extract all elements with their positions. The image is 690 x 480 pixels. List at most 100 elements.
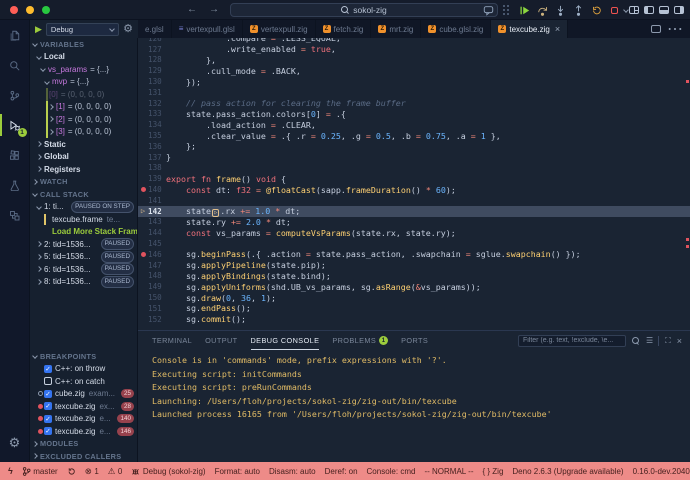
variable-row[interactable]: mvp= {...} xyxy=(30,76,137,89)
step-into-button[interactable] xyxy=(552,2,568,18)
stack-frame-row[interactable]: texcube.framete... xyxy=(30,213,137,226)
code-line-144[interactable]: 144 const vs_params = computeVsParams(st… xyxy=(138,227,690,238)
code-editor[interactable]: 126 .compare = .LESS_EQUAL,127 .write_en… xyxy=(138,38,690,330)
code-line-146[interactable]: 146 sg.beginPass(.{ .action = state.pass… xyxy=(138,249,690,260)
panel-tab-debug-console[interactable]: DEBUG CONSOLE xyxy=(251,331,320,350)
panel-tab-ports[interactable]: PORTS xyxy=(401,331,428,350)
more-actions-icon[interactable]: ⋯ xyxy=(667,20,683,38)
console-filter-input[interactable] xyxy=(518,335,626,347)
code-line-139[interactable]: 139export fn frame() void { xyxy=(138,173,690,184)
status-deref-on[interactable]: Deref: on xyxy=(325,467,358,476)
close-panel-icon[interactable]: × xyxy=(677,336,682,346)
toggle-primary-sidebar-icon[interactable] xyxy=(644,6,654,14)
activity-search[interactable] xyxy=(0,50,30,80)
breakpoint-checkbox[interactable]: ✓ xyxy=(44,415,52,423)
scope-registers[interactable]: Registers xyxy=(30,163,137,176)
status-deno-2-6-3-upgrade-available[interactable]: Deno 2.6.3 (Upgrade available) xyxy=(512,467,623,476)
section-call-stack[interactable]: CALL STACK xyxy=(30,188,137,201)
status-sync[interactable] xyxy=(67,467,76,476)
variable-row[interactable]: [1]= (0, 0, 0, 0) xyxy=(30,101,137,114)
breakpoint-checkbox[interactable] xyxy=(44,377,52,385)
code-line-127[interactable]: 127 .write_enabled = true, xyxy=(138,44,690,55)
status-console-cmd[interactable]: Console: cmd xyxy=(367,467,416,476)
filter-settings-icon[interactable]: ☰ xyxy=(646,336,652,345)
tab-fetch.zig[interactable]: Zfetch.zig xyxy=(316,20,372,38)
code-line-148[interactable]: 148 sg.applyBindings(state.bind); xyxy=(138,271,690,282)
overview-ruler[interactable] xyxy=(685,38,690,330)
breakpoint-checkbox[interactable]: ✓ xyxy=(44,390,52,398)
nav-forward-icon[interactable]: → xyxy=(209,3,219,17)
panel-tab-terminal[interactable]: TERMINAL xyxy=(152,331,192,350)
section-excluded-callers[interactable]: EXCLUDED CALLERS xyxy=(30,450,137,462)
breakpoint-row[interactable]: ✓C++: on throw xyxy=(30,363,137,376)
tab-texcube.zig[interactable]: Ztexcube.zig× xyxy=(491,20,568,38)
activity-run-and-debug[interactable]: 1 xyxy=(0,110,30,140)
variable-row[interactable]: vs_params= {...} xyxy=(30,63,137,76)
tab-vertexpull.zig[interactable]: Zvertexpull.zig xyxy=(243,20,316,38)
section-watch[interactable]: WATCH xyxy=(30,176,137,189)
load-more-stack-frames-link[interactable]: Load More Stack Frame xyxy=(30,226,137,239)
launch-config-select[interactable]: Debug xyxy=(46,23,119,36)
breakpoint-row[interactable]: ✓texcube.zige...146 xyxy=(30,425,137,438)
code-line-137[interactable]: 137} xyxy=(138,152,690,163)
activity-extensions[interactable] xyxy=(0,140,30,170)
code-line-140[interactable]: 140 const dt: f32 = @floatCast(sapp.fram… xyxy=(138,184,690,195)
code-line-149[interactable]: 149 sg.applyUniforms(shd.UB_vs_params, s… xyxy=(138,281,690,292)
code-line-152[interactable]: 152 sg.commit(); xyxy=(138,314,690,325)
minimize-window-button[interactable] xyxy=(26,6,34,14)
code-line-143[interactable]: 143 state.ry += 2.0 * dt; xyxy=(138,217,690,228)
panel-tab-problems[interactable]: PROBLEMS1 xyxy=(332,331,388,350)
activity-settings[interactable]: ⚙ xyxy=(0,428,30,458)
status-normal[interactable]: -- NORMAL -- xyxy=(424,467,473,476)
maximize-panel-icon[interactable]: ⛶ xyxy=(665,336,671,346)
debug-settings-gear-icon[interactable]: ⚙ xyxy=(123,22,133,36)
status-0-16-0-dev-2040[interactable]: 0.16.0-dev.2040 xyxy=(633,467,690,476)
thread-row[interactable]: 1: ti...PAUSED ON STEP xyxy=(30,201,137,214)
zoom-window-button[interactable] xyxy=(42,6,50,14)
code-line-150[interactable]: 150 sg.draw(0, 36, 1); xyxy=(138,292,690,303)
continue-button[interactable] xyxy=(516,2,532,18)
variable-row[interactable]: [3]= (0, 0, 0, 0) xyxy=(30,126,137,139)
activity-references[interactable] xyxy=(0,200,30,230)
thread-row[interactable]: 6: tid=1536...PAUSED xyxy=(30,263,137,276)
status-remote[interactable]: ϟ xyxy=(8,466,13,476)
breakpoint-glyph-icon[interactable] xyxy=(138,187,148,192)
activity-source-control[interactable] xyxy=(0,80,30,110)
status-zig[interactable]: { } Zig xyxy=(482,467,503,476)
status-master[interactable]: master xyxy=(22,466,58,477)
current-step-arrow-icon[interactable]: ▷ xyxy=(138,208,148,215)
breakpoint-glyph-icon[interactable] xyxy=(138,252,148,257)
code-line-132[interactable]: 132 // pass action for clearing the fram… xyxy=(138,98,690,109)
find-icon[interactable] xyxy=(632,337,640,345)
code-line-136[interactable]: 136 }; xyxy=(138,141,690,152)
activity-explorer[interactable] xyxy=(0,20,30,50)
scope-static[interactable]: Static xyxy=(30,138,137,151)
code-line-151[interactable]: 151 sg.endPass(); xyxy=(138,303,690,314)
breakpoint-checkbox[interactable]: ✓ xyxy=(44,365,52,373)
breakpoint-checkbox[interactable]: ✓ xyxy=(44,427,52,435)
section-modules[interactable]: MODULES xyxy=(30,438,137,451)
scope-local[interactable]: Local xyxy=(30,51,137,64)
breakpoint-row[interactable]: ✓texcube.zigex...28 xyxy=(30,400,137,413)
code-line-138[interactable]: 138 xyxy=(138,163,690,174)
status-0[interactable]: ⚠0 xyxy=(108,467,123,476)
step-over-button[interactable] xyxy=(534,2,550,18)
grip-button[interactable] xyxy=(498,2,514,18)
tab-mrt.zig[interactable]: Zmrt.zig xyxy=(371,20,421,38)
breakpoint-row[interactable]: ✓cube.zigexam...25 xyxy=(30,388,137,401)
code-line-128[interactable]: 128 }, xyxy=(138,55,690,66)
start-debug-icon[interactable]: ▶ xyxy=(35,25,42,34)
thread-row[interactable]: 5: tid=1536...PAUSED xyxy=(30,251,137,264)
tab-e.glsl[interactable]: e.glsl xyxy=(138,20,172,38)
code-line-142[interactable]: ▷142 state▷.rx += 1.0 * dt; xyxy=(138,206,690,217)
breakpoint-row[interactable]: ✓texcube.zige...140 xyxy=(30,413,137,426)
stop-button[interactable] xyxy=(606,2,622,18)
tab-vertexpull.glsl[interactable]: ≡vertexpull.glsl xyxy=(172,20,243,38)
scope-global[interactable]: Global xyxy=(30,151,137,164)
section-breakpoints[interactable]: BREAKPOINTS xyxy=(30,350,137,363)
customize-layout-icon[interactable] xyxy=(629,6,639,14)
code-line-141[interactable]: 141 xyxy=(138,195,690,206)
variable-row[interactable]: [2]= (0, 0, 0, 0) xyxy=(30,113,137,126)
status-disasm-auto[interactable]: Disasm: auto xyxy=(269,467,316,476)
close-tab-icon[interactable]: × xyxy=(555,24,560,34)
